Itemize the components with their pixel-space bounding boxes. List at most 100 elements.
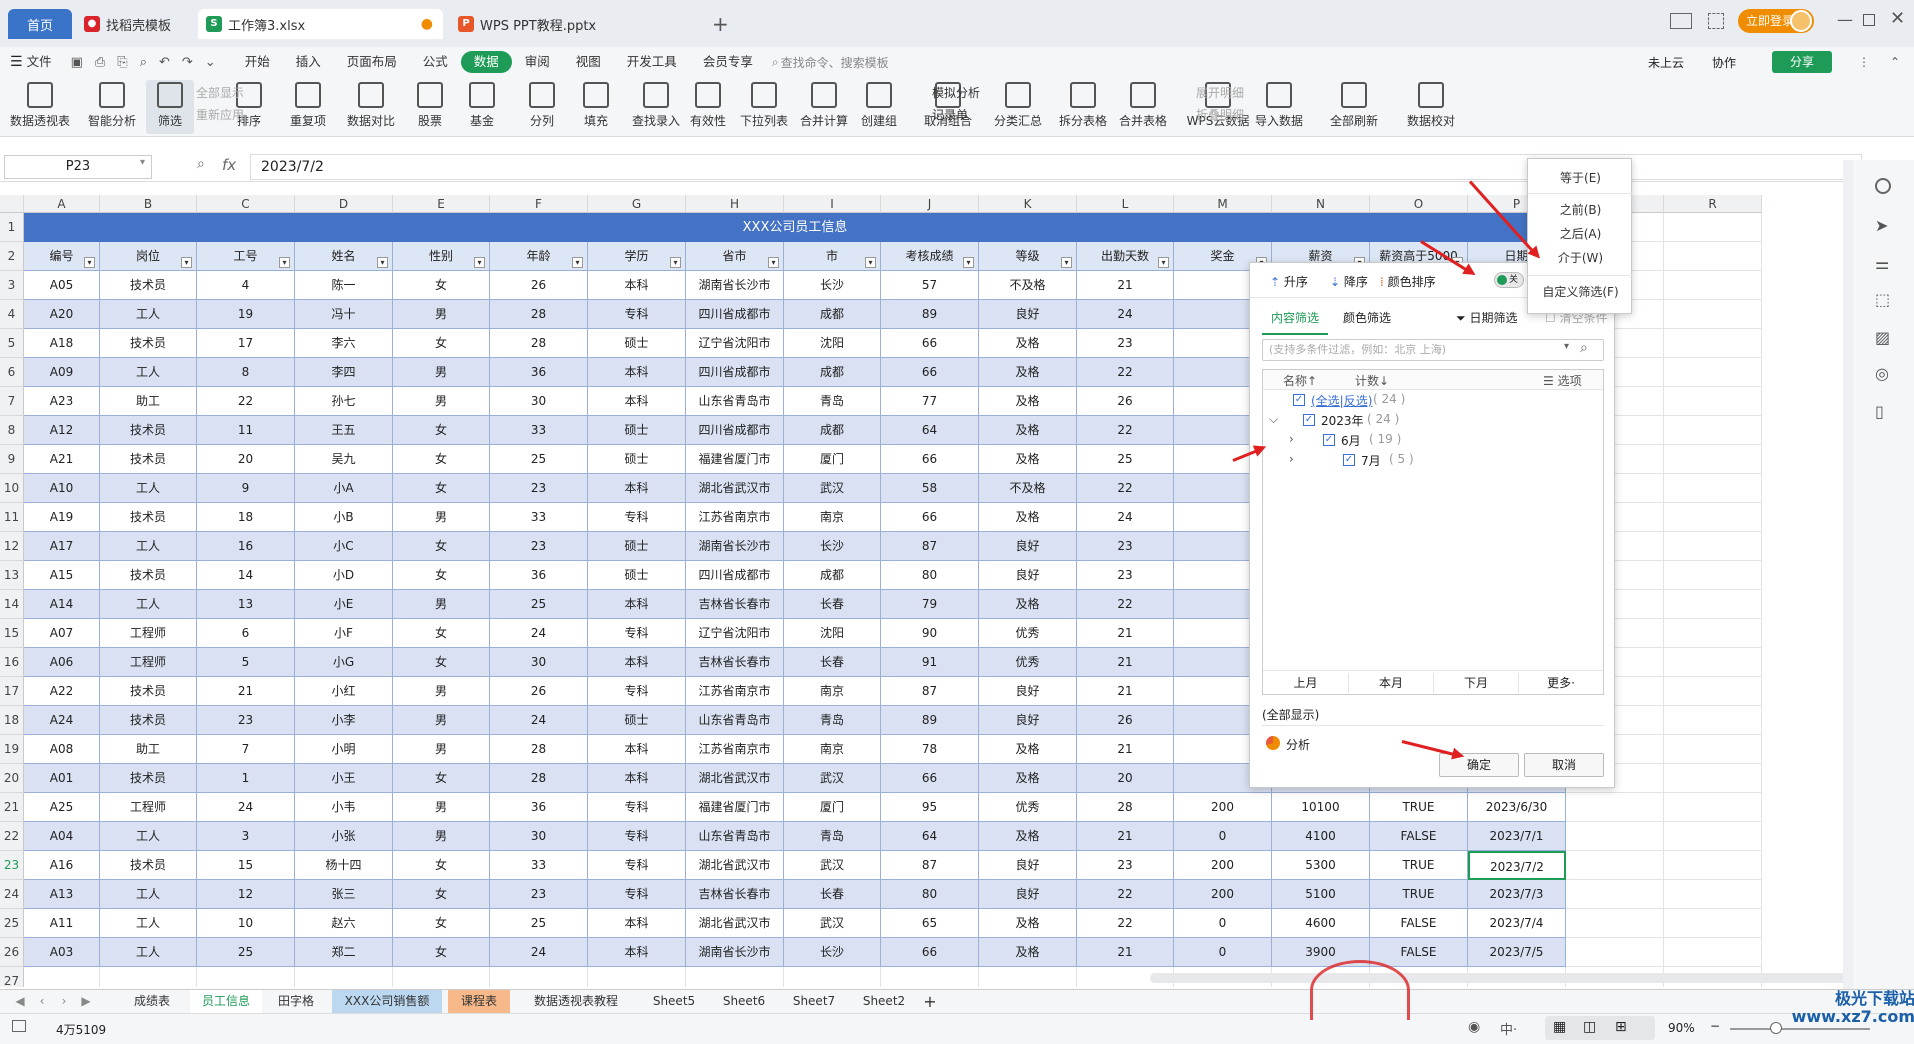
quick-date-button[interactable]: 更多· (1518, 673, 1603, 693)
table-cell[interactable]: 女 (393, 271, 490, 300)
grid-apps-icon[interactable] (1708, 13, 1724, 29)
table-cell[interactable]: A14 (24, 590, 100, 619)
table-cell[interactable]: 工人 (100, 938, 197, 967)
checkbox[interactable]: ✓ (1343, 454, 1355, 466)
table-cell[interactable]: 专科 (588, 619, 686, 648)
filter-dropdown-button[interactable]: ▾ (768, 257, 779, 268)
table-cell[interactable]: 5100 (1272, 880, 1370, 909)
grid-cell[interactable] (1664, 503, 1762, 532)
table-cell[interactable]: 女 (393, 851, 490, 880)
table-cell[interactable]: 36 (490, 358, 588, 387)
cursor-icon[interactable]: ➤ (1875, 216, 1888, 235)
table-cell[interactable]: 80 (881, 880, 979, 909)
table-cell[interactable]: 23 (490, 474, 588, 503)
zoom-out-icon[interactable]: − (1710, 1019, 1720, 1033)
grid-cell[interactable] (1664, 764, 1762, 793)
table-cell[interactable]: 21 (197, 677, 295, 706)
table-cell[interactable]: 10100 (1272, 793, 1370, 822)
preview-icon[interactable]: ⌕ (140, 55, 147, 70)
quick-date-button[interactable]: 本月 (1348, 673, 1433, 693)
table-cell[interactable]: 26 (1077, 387, 1174, 416)
table-cell[interactable]: 男 (393, 503, 490, 532)
table-cell[interactable]: 专科 (588, 300, 686, 329)
table-cell[interactable]: 女 (393, 880, 490, 909)
table-cell[interactable]: 技术员 (100, 561, 197, 590)
row-header-3[interactable]: 3 (0, 271, 24, 300)
table-cell[interactable]: 及格 (979, 735, 1077, 764)
grid-cell[interactable] (979, 967, 1077, 987)
table-cell[interactable]: 本科 (588, 735, 686, 764)
table-cell[interactable]: A13 (24, 880, 100, 909)
column-header-D[interactable]: D (295, 195, 393, 213)
table-cell[interactable]: 男 (393, 822, 490, 851)
table-cell[interactable]: 33 (490, 851, 588, 880)
table-cell[interactable]: 89 (881, 300, 979, 329)
grid-cell[interactable] (1664, 387, 1762, 416)
table-cell[interactable]: 女 (393, 445, 490, 474)
command-search[interactable]: 查找命令、搜索模板 (781, 54, 889, 71)
table-cell[interactable]: 江苏省南京市 (686, 677, 784, 706)
table-cell[interactable]: 武汉 (784, 474, 881, 503)
sheet-tab[interactable]: 课程表 (448, 990, 510, 1013)
table-cell[interactable]: 男 (393, 706, 490, 735)
filter-dropdown-button[interactable]: ▾ (84, 257, 95, 268)
table-cell[interactable]: 李四 (295, 358, 393, 387)
share-button[interactable]: 分享 (1772, 51, 1832, 73)
table-cell[interactable]: 工人 (100, 880, 197, 909)
table-cell[interactable]: 本科 (588, 909, 686, 938)
table-cell[interactable]: 吴九 (295, 445, 393, 474)
table-cell[interactable]: 武汉 (784, 851, 881, 880)
table-cell[interactable]: 0 (1174, 909, 1272, 938)
table-cell[interactable]: 4600 (1272, 909, 1370, 938)
table-cell[interactable]: 小D (295, 561, 393, 590)
menu-start[interactable]: 开始 (232, 51, 283, 73)
table-cell[interactable]: 长春 (784, 590, 881, 619)
grid-cell[interactable] (1664, 909, 1762, 938)
macro-icon[interactable] (12, 1020, 26, 1032)
table-cell[interactable]: 0 (1174, 822, 1272, 851)
table-cell[interactable]: 16 (197, 532, 295, 561)
row-header-5[interactable]: 5 (0, 329, 24, 358)
row-header-17[interactable]: 17 (0, 677, 24, 706)
table-cell[interactable]: 福建省厦门市 (686, 793, 784, 822)
row-header-12[interactable]: 12 (0, 532, 24, 561)
grid-cell[interactable] (1664, 648, 1762, 677)
checkbox[interactable]: ✓ (1293, 394, 1305, 406)
undo-icon[interactable]: ↶ (159, 55, 170, 70)
menu-formula[interactable]: 公式 (410, 51, 461, 73)
grid-cell[interactable] (1664, 416, 1762, 445)
date-menu-item[interactable]: 之后(A) (1528, 225, 1633, 242)
ribbon-expand[interactable]: 展开明细 (1196, 83, 1244, 103)
filter-dropdown-button[interactable]: ▾ (1061, 257, 1072, 268)
table-cell[interactable]: 21 (1077, 677, 1174, 706)
collab-button[interactable]: 协作 (1712, 54, 1736, 71)
menu-layout[interactable]: 页面布局 (334, 51, 410, 73)
adjust-icon[interactable]: ⚌ (1875, 254, 1889, 273)
filter-dropdown-button[interactable]: ▾ (279, 257, 290, 268)
checkbox[interactable]: ✓ (1323, 434, 1335, 446)
column-header-K[interactable]: K (979, 195, 1077, 213)
row-header-24[interactable]: 24 (0, 880, 24, 909)
ribbon-refresh-button[interactable]: 全部刷新 (1318, 80, 1390, 134)
table-cell[interactable]: 64 (881, 822, 979, 851)
table-cell[interactable]: 4100 (1272, 822, 1370, 851)
grid-cell[interactable] (1664, 822, 1762, 851)
table-cell[interactable]: 成都 (784, 300, 881, 329)
table-cell[interactable]: 本科 (588, 590, 686, 619)
table-cell[interactable]: FALSE (1370, 938, 1468, 967)
grid-cell[interactable] (1664, 271, 1762, 300)
ribbon-fill-button[interactable]: 填充 (570, 80, 622, 134)
filter-search-input[interactable]: (支持多条件过滤，例如：北京 上海) (1262, 339, 1604, 361)
grid-cell[interactable] (1664, 938, 1762, 967)
table-cell[interactable]: 12 (197, 880, 295, 909)
grid-cell[interactable] (1664, 706, 1762, 735)
table-cell[interactable]: 专科 (588, 851, 686, 880)
table-cell[interactable]: 24 (1077, 503, 1174, 532)
pin-icon[interactable] (1875, 178, 1891, 194)
table-cell[interactable]: 及格 (979, 909, 1077, 938)
table-cell[interactable]: 22 (197, 387, 295, 416)
chevron-right-icon[interactable]: › (1289, 452, 1294, 466)
table-cell[interactable]: A19 (24, 503, 100, 532)
table-cell[interactable]: A22 (24, 677, 100, 706)
filter-dropdown-button[interactable]: ▾ (963, 257, 974, 268)
